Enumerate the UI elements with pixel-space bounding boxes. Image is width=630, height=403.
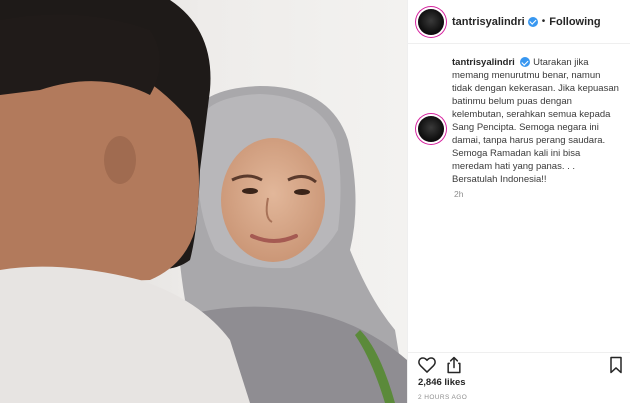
action-bar: [408, 352, 630, 376]
caption-text: Utarakan jika memang menurutmu benar, na…: [452, 57, 619, 185]
post-side-panel: tantrisyalindri • Following tantrisyalin…: [407, 0, 630, 403]
share-icon[interactable]: [444, 355, 464, 375]
caption-row: tantrisyalindri Utarakan jika memang men…: [418, 56, 623, 186]
header-username[interactable]: tantrisyalindri: [452, 16, 525, 28]
caption-time-ago: 2h: [454, 189, 464, 199]
caption: tantrisyalindri Utarakan jika memang men…: [452, 56, 622, 186]
likes-count[interactable]: 2,846 likes: [418, 377, 466, 388]
caption-avatar[interactable]: [418, 116, 444, 142]
following-button[interactable]: Following: [549, 16, 600, 28]
caption-username[interactable]: tantrisyalindri: [452, 57, 515, 68]
avatar[interactable]: [418, 8, 444, 35]
heart-icon[interactable]: [417, 355, 437, 375]
bookmark-icon[interactable]: [606, 355, 626, 375]
separator-dot: •: [541, 16, 546, 27]
verified-badge-icon: [527, 16, 538, 27]
post-header: tantrisyalindri • Following: [408, 0, 630, 44]
posted-time[interactable]: 2 HOURS AGO: [418, 394, 467, 401]
post-photo[interactable]: [0, 0, 407, 403]
caption-verified-badge-icon: [520, 57, 531, 68]
post-photo-image: [0, 0, 407, 403]
